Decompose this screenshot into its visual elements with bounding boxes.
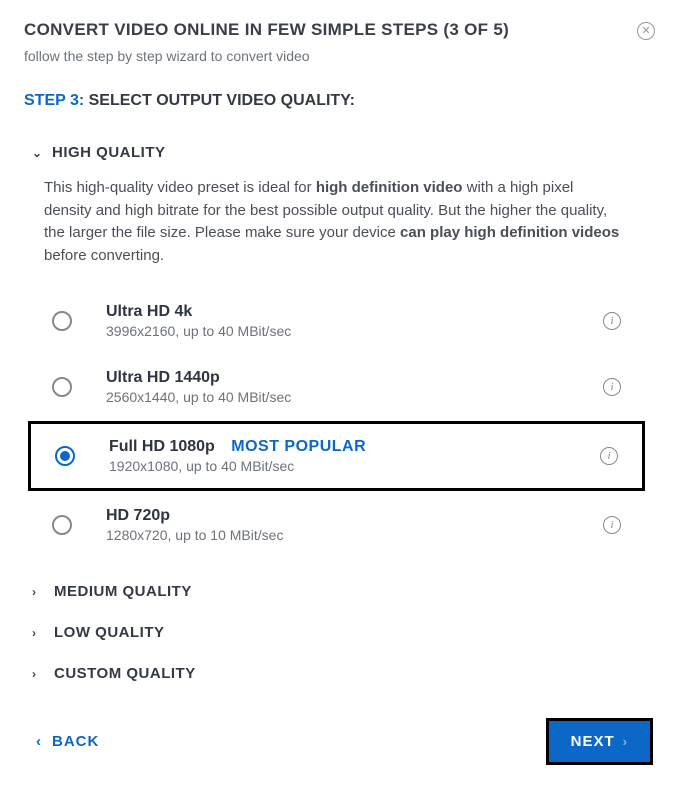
option-sublabel: 3996x2160, up to 40 MBit/sec [106,323,603,339]
quality-options: Ultra HD 4k 3996x2160, up to 40 MBit/sec… [24,289,645,557]
back-label: BACK [52,733,99,750]
dialog-subtitle: follow the step by step wizard to conver… [24,48,653,64]
dialog-title: CONVERT VIDEO ONLINE IN FEW SIMPLE STEPS… [24,20,653,40]
radio-icon[interactable] [52,311,72,331]
wizard-dialog: ✕ CONVERT VIDEO ONLINE IN FEW SIMPLE STE… [0,0,677,800]
option-hd-720p[interactable]: HD 720p 1280x720, up to 10 MBit/sec i [28,493,645,557]
radio-icon[interactable] [55,446,75,466]
radio-icon[interactable] [52,515,72,535]
most-popular-badge: MOST POPULAR [231,438,366,455]
back-button[interactable]: ‹ BACK [24,733,99,750]
option-label: HD 720p [106,507,170,524]
step-heading: STEP 3: SELECT OUTPUT VIDEO QUALITY: [24,92,653,110]
option-full-hd-1080p[interactable]: Full HD 1080p MOST POPULAR 1920x1080, up… [28,421,645,491]
info-icon[interactable]: i [600,447,618,465]
chevron-right-icon: › [32,667,44,681]
step-number: STEP 3: [24,92,84,109]
section-high-description: This high-quality video preset is ideal … [24,173,645,287]
option-ultra-hd-4k[interactable]: Ultra HD 4k 3996x2160, up to 40 MBit/sec… [28,289,645,353]
section-medium-quality[interactable]: › MEDIUM QUALITY [24,571,645,612]
chevron-right-icon: › [32,626,44,640]
chevron-down-icon: ⌄ [32,146,44,160]
chevron-left-icon: ‹ [36,733,42,750]
next-label: NEXT [571,733,615,750]
section-title: CUSTOM QUALITY [54,665,196,682]
section-title: HIGH QUALITY [52,144,166,161]
wizard-footer: ‹ BACK NEXT › [24,700,653,765]
section-low-quality[interactable]: › LOW QUALITY [24,612,645,653]
option-sublabel: 2560x1440, up to 40 MBit/sec [106,389,603,405]
info-icon[interactable]: i [603,312,621,330]
section-high-quality[interactable]: ⌄ HIGH QUALITY [24,134,645,173]
content-scroll[interactable]: ⌄ HIGH QUALITY This high-quality video p… [24,134,653,700]
option-label: Full HD 1080p [109,438,215,455]
chevron-right-icon: › [623,734,628,749]
chevron-right-icon: › [32,585,44,599]
section-title: LOW QUALITY [54,624,165,641]
option-ultra-hd-1440p[interactable]: Ultra HD 1440p 2560x1440, up to 40 MBit/… [28,355,645,419]
close-icon[interactable]: ✕ [637,22,655,40]
section-title: MEDIUM QUALITY [54,583,192,600]
option-sublabel: 1920x1080, up to 40 MBit/sec [109,458,600,474]
option-sublabel: 1280x720, up to 10 MBit/sec [106,527,603,543]
option-label: Ultra HD 1440p [106,369,220,386]
radio-icon[interactable] [52,377,72,397]
info-icon[interactable]: i [603,516,621,534]
step-text: SELECT OUTPUT VIDEO QUALITY: [89,92,355,109]
next-button[interactable]: NEXT › [546,718,653,765]
info-icon[interactable]: i [603,378,621,396]
section-custom-quality[interactable]: › CUSTOM QUALITY [24,653,645,694]
option-label: Ultra HD 4k [106,303,192,320]
